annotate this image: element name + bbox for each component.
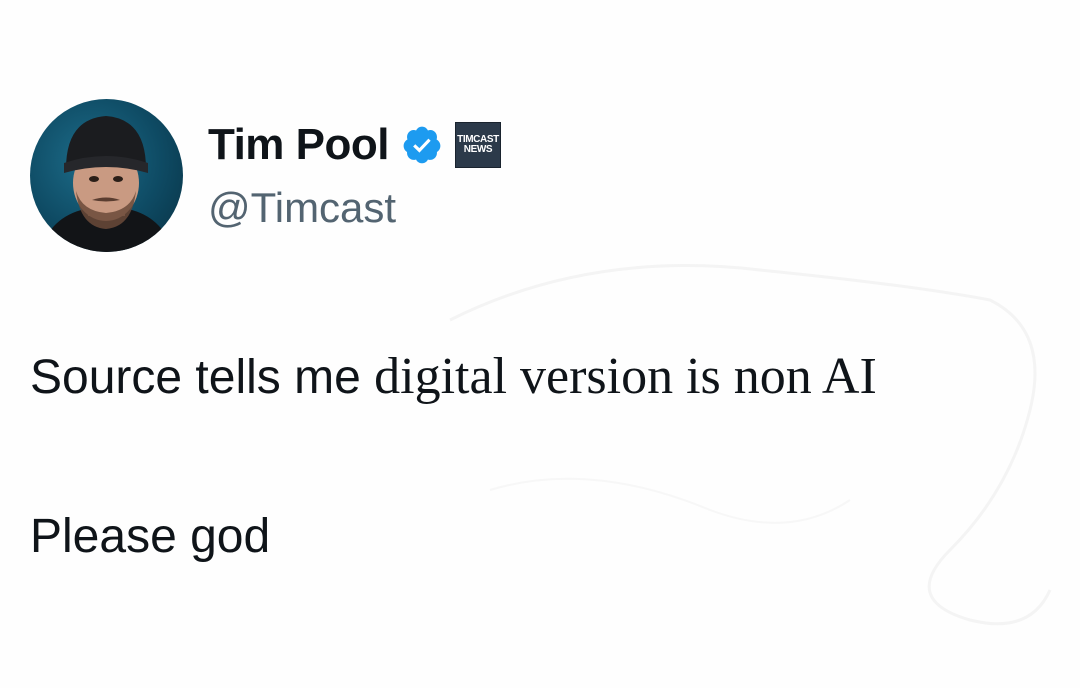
avatar-portrait-icon: [40, 116, 173, 252]
avatar[interactable]: [30, 99, 183, 252]
affiliate-badge[interactable]: TIMCAST NEWS: [454, 122, 501, 168]
tweet-text-line-1: Source tells me digital version is non A…: [30, 347, 877, 406]
affiliate-badge-line2: NEWS: [463, 144, 493, 155]
erased-scribble-overlay: [449, 264, 1052, 626]
name-row: Tim Pool TIMCAST NEWS: [208, 114, 808, 176]
tweet-text-line-2: Please god: [30, 510, 271, 563]
verified-badge-icon: [403, 126, 441, 164]
tweet-text-serif: digital version is non AI: [374, 348, 877, 405]
display-name[interactable]: Tim Pool: [208, 120, 389, 170]
tweet-text-sans: Source tells me: [30, 351, 375, 404]
tweet-header: Tim Pool TIMCAST NEWS @Timcast: [208, 114, 808, 244]
tweet[interactable]: Tim Pool TIMCAST NEWS @Timcast Source te…: [0, 0, 1080, 688]
user-handle[interactable]: @Timcast: [208, 184, 808, 232]
